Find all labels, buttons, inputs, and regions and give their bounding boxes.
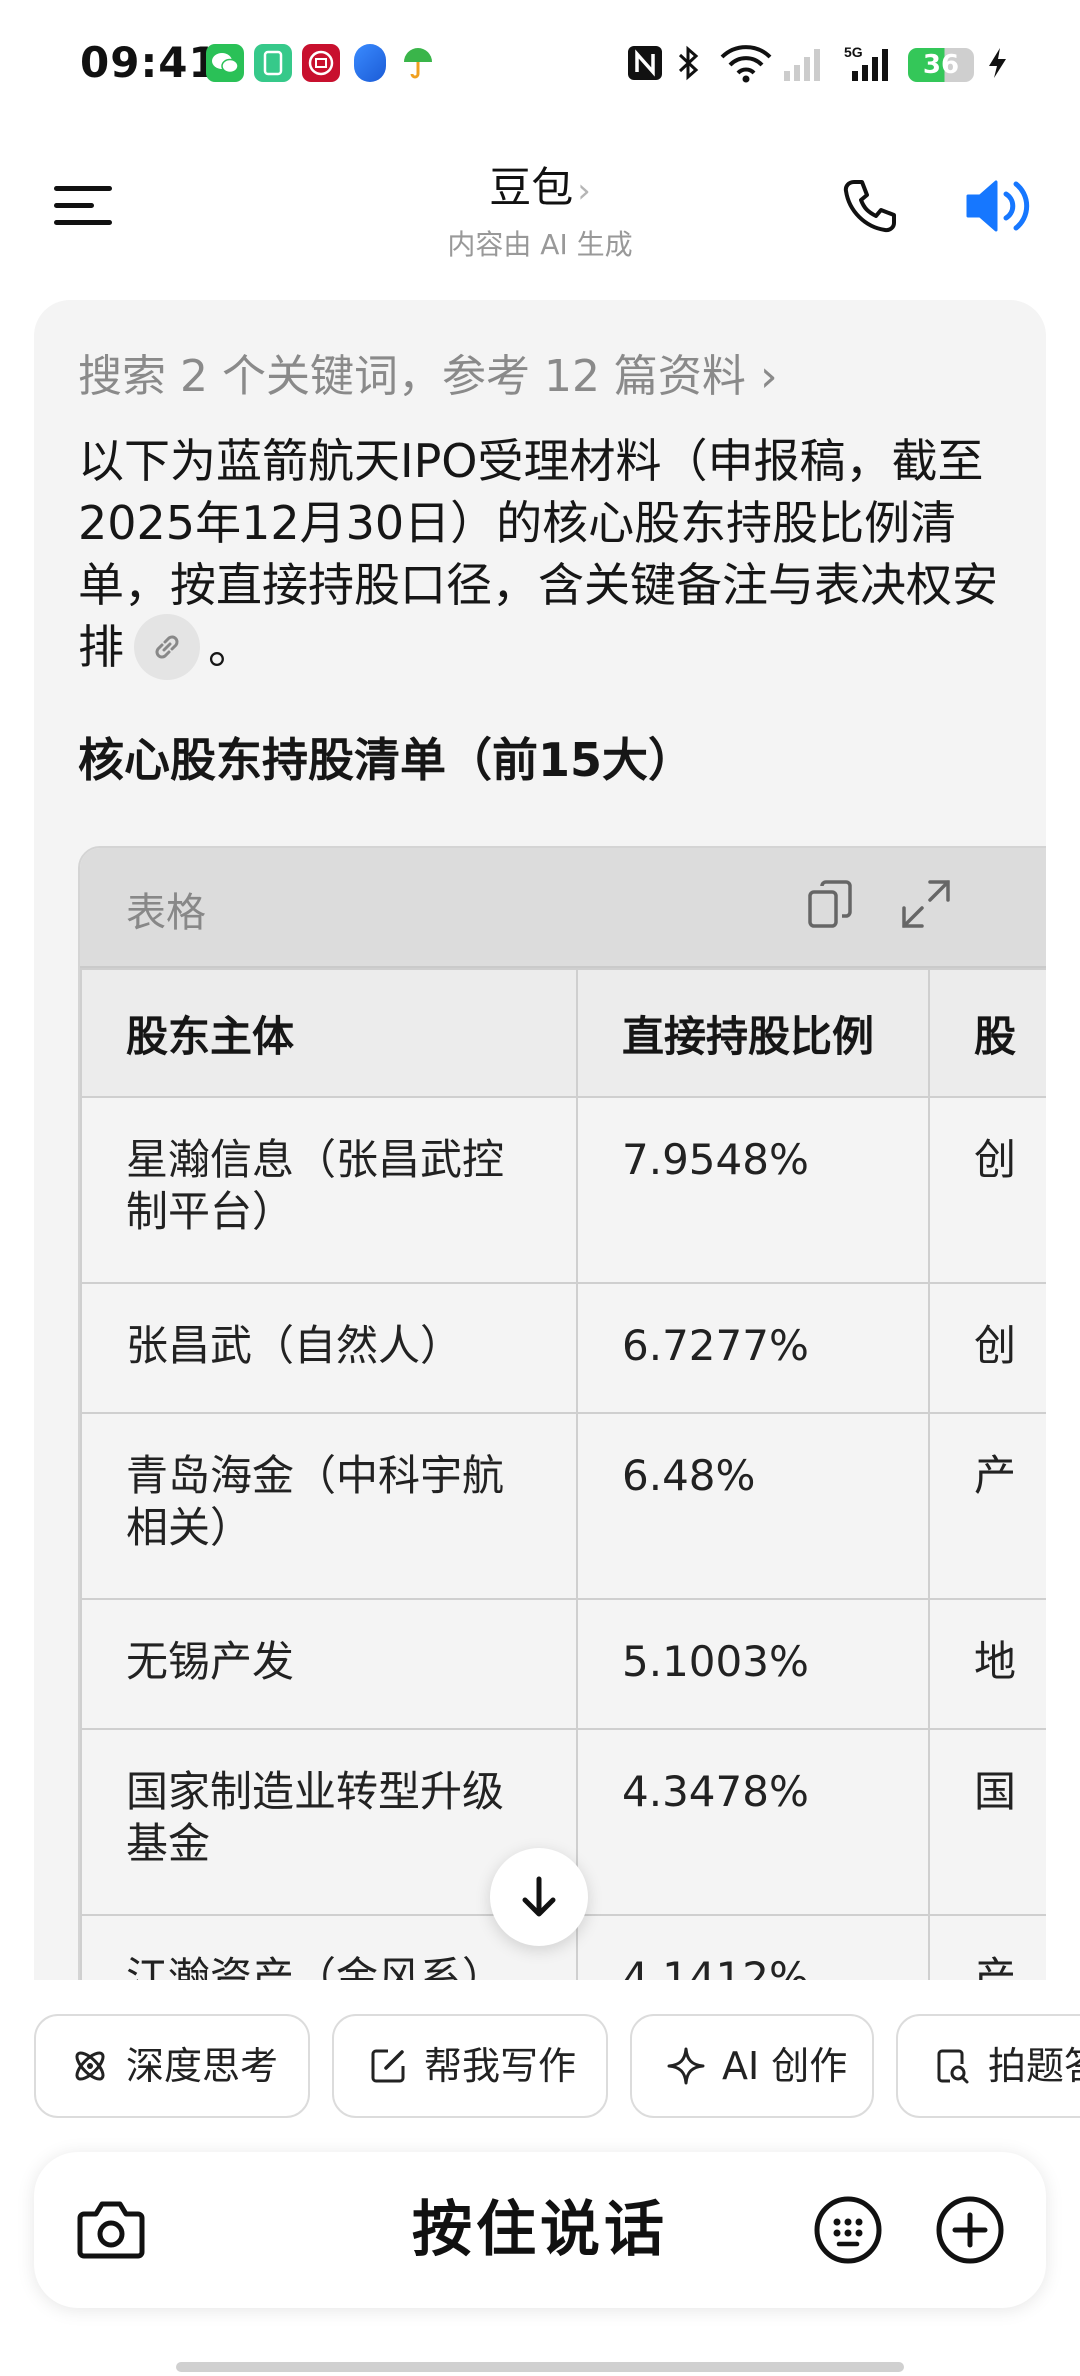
table-label: 表格	[126, 890, 206, 936]
svg-text:5G: 5G	[844, 44, 863, 60]
table-cell: 5.1003%	[576, 1598, 930, 1730]
ai-generated-note: 内容由 AI 生成	[447, 228, 633, 261]
input-bar: 按住说话	[34, 2152, 1046, 2308]
table-row: 无锡产发 5.1003% 地	[80, 1598, 1046, 1730]
chip-label: 拍题答疑	[988, 2044, 1080, 2088]
chip-deep-think[interactable]: 深度思考	[34, 2014, 310, 2118]
plus-icon[interactable]	[934, 2194, 1006, 2266]
bank-icon	[302, 44, 340, 82]
table-cell: 地	[928, 1598, 1046, 1730]
column-header: 股	[928, 968, 1046, 1098]
signal-icon	[780, 44, 826, 82]
menu-icon[interactable]	[54, 186, 112, 225]
table-grid: 股东主体 直接持股比例 股 星瀚信息（张昌武控制平台） 7.9548% 创 张昌…	[80, 968, 1046, 1980]
search-summary[interactable]: 搜索 2 个关键词，参考 12 篇资料 ›	[78, 340, 778, 404]
camera-icon[interactable]	[76, 2196, 146, 2262]
umbrella-icon	[400, 44, 436, 82]
table-cell: 张昌武（自然人）	[80, 1282, 578, 1414]
bot-name: 豆包	[489, 163, 574, 212]
wifi-icon	[718, 44, 774, 83]
table-cell: 青岛海金（中科宇航相关）	[80, 1412, 578, 1600]
charging-icon	[984, 44, 1010, 82]
atom-icon	[75, 2051, 105, 2081]
phone-icon[interactable]	[840, 176, 900, 236]
table-cell: 6.48%	[576, 1412, 930, 1600]
chip-ai-create[interactable]: AI 创作	[630, 2014, 874, 2118]
scroll-down-button[interactable]	[490, 1848, 588, 1946]
shareholder-table[interactable]: 表格 股东主体 直接持股比例 股 星瀚信息（张昌武控制平台） 7.9548% 创…	[78, 846, 1046, 1980]
table-row: 青岛海金（中科宇航相关） 6.48% 产	[80, 1412, 1046, 1600]
bluetooth-icon	[676, 44, 702, 82]
signal-5g-icon: 5G	[844, 44, 896, 82]
chat-screen: 09:41 5G 36 豆包 › 内容由 AI 生成 搜索 2 个关键词，参考 …	[0, 0, 1080, 2376]
edit-icon	[371, 2049, 405, 2083]
keyboard-emoji-icon[interactable]	[812, 2194, 884, 2266]
notes-icon	[254, 44, 292, 82]
chat-header: 豆包 › 内容由 AI 生成	[0, 140, 1080, 270]
table-cell: 创	[928, 1282, 1046, 1414]
hold-to-talk-button[interactable]: 按住说话	[34, 2152, 1046, 2308]
table-cell: 4.1412%	[576, 1914, 930, 1980]
table-toolbar: 表格	[80, 848, 1046, 968]
arrow-down-icon	[522, 1876, 556, 1917]
status-bar: 09:41 5G 36	[0, 0, 1080, 130]
chip-label: 帮我写作	[424, 2044, 577, 2088]
chevron-right-icon: ›	[759, 351, 778, 402]
home-indicator[interactable]	[176, 2362, 904, 2372]
column-header: 股东主体	[80, 968, 578, 1098]
table-cell: 4.3478%	[576, 1728, 930, 1916]
bot-message-card: 搜索 2 个关键词，参考 12 篇资料 › 以下为蓝箭航天IPO受理材料（申报稿，…	[34, 300, 1046, 1980]
table-cell: 星瀚信息（张昌武控制平台）	[80, 1096, 578, 1284]
table-header-row: 股东主体 直接持股比例 股	[80, 968, 1046, 1098]
battery-indicator: 36	[908, 48, 974, 82]
table-cell: 国	[928, 1728, 1046, 1916]
table-cell: 7.9548%	[576, 1096, 930, 1284]
answer-end: 。	[208, 620, 254, 674]
bot-title[interactable]: 豆包 › 内容由 AI 生成	[340, 154, 740, 263]
chip-label: 深度思考	[126, 2044, 279, 2088]
browser-icon	[354, 44, 386, 82]
table-cell: 6.7277%	[576, 1282, 930, 1414]
chip-photo-answer[interactable]: 拍题答疑	[896, 2014, 1080, 2118]
speaker-icon[interactable]	[962, 174, 1032, 238]
answer-text: 以下为蓝箭航天IPO受理材料（申报稿，截至2025年12月30日）的核心股东持股…	[78, 430, 1028, 680]
chip-help-write[interactable]: 帮我写作	[332, 2014, 608, 2118]
sparkle-icon	[667, 2047, 705, 2085]
column-header: 直接持股比例	[576, 968, 930, 1098]
search-summary-text: 搜索 2 个关键词，参考 12 篇资料	[78, 351, 746, 402]
table-row: 张昌武（自然人） 6.7277% 创	[80, 1282, 1046, 1414]
feature-chips: 深度思考 帮我写作 AI 创作 拍题答疑	[0, 1980, 1080, 2120]
copy-icon[interactable]	[806, 878, 856, 932]
table-cell: 创	[928, 1096, 1046, 1284]
expand-icon[interactable]	[900, 878, 952, 930]
table-cell: 产	[928, 1412, 1046, 1600]
table-cell: 产	[928, 1914, 1046, 1980]
table-row: 星瀚信息（张昌武控制平台） 7.9548% 创	[80, 1096, 1046, 1284]
link-icon[interactable]	[134, 613, 200, 680]
nfc-icon	[626, 44, 664, 82]
status-time: 09:41	[80, 38, 219, 87]
table-cell: 无锡产发	[80, 1598, 578, 1730]
wechat-icon	[206, 44, 244, 82]
section-title: 核心股东持股清单（前15大）	[78, 733, 695, 787]
chip-label: AI 创作	[722, 2044, 848, 2088]
search-doc-icon	[937, 2049, 969, 2084]
chevron-right-icon: ›	[577, 171, 591, 211]
